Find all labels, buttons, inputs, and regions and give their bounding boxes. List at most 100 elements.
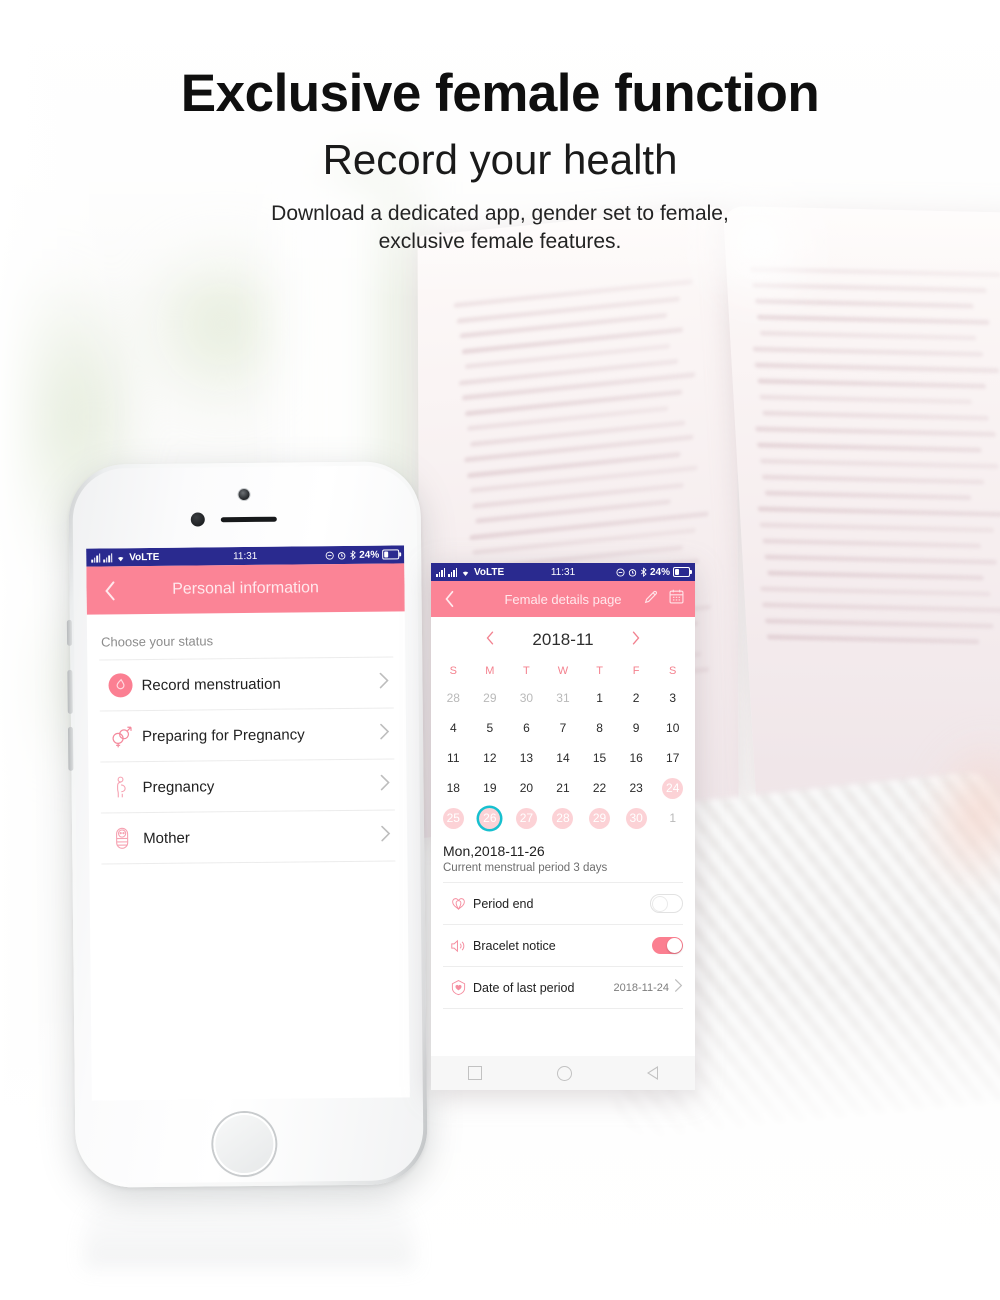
calendar-day-cell[interactable]: 9: [618, 713, 655, 743]
heart-shield-icon: [443, 979, 473, 996]
chevron-right-icon: [674, 978, 683, 998]
calendar-day-cell[interactable]: 3: [654, 683, 691, 713]
status-row-label: Record menstruation: [141, 675, 281, 694]
earpiece-speaker: [220, 516, 277, 523]
calendar-day-cell[interactable]: 24: [654, 773, 691, 803]
option-value: 2018-11-24: [613, 981, 669, 994]
speaker-icon: [443, 938, 473, 954]
calendar-day-cell[interactable]: 8: [581, 713, 618, 743]
page-title: Exclusive female function: [180, 64, 820, 123]
calendar-day-cell[interactable]: 30: [618, 803, 655, 833]
calendar-weekday-0: S: [449, 665, 457, 677]
calendar-next-button[interactable]: [609, 630, 663, 651]
status-row-label: Mother: [143, 829, 190, 847]
calendar-day-cell[interactable]: 2: [618, 683, 655, 713]
gender-symbols-icon: [100, 723, 142, 749]
calendar-day-cell[interactable]: 21: [545, 773, 582, 803]
calendar-weekday-header: SMTWTFS: [431, 657, 695, 683]
calendar-month-nav: 2018-11: [431, 617, 695, 657]
calendar-day-cell[interactable]: 25: [435, 803, 472, 833]
proximity-sensor-icon: [190, 512, 205, 527]
calendar-day-cell[interactable]: 26: [472, 803, 509, 833]
calendar-day-cell[interactable]: 22: [581, 773, 618, 803]
calendar-weekday-3: W: [557, 665, 569, 677]
calendar-day-cell[interactable]: 30: [508, 683, 545, 713]
calendar-icon[interactable]: [668, 588, 685, 610]
appbar-right: Female details page: [431, 581, 695, 617]
calendar-day-cell[interactable]: 28: [435, 683, 472, 713]
status-row-mother[interactable]: Mother: [100, 810, 396, 865]
back-triangle-icon[interactable]: [646, 1066, 658, 1080]
volume-down-button[interactable]: [67, 726, 74, 771]
calendar-day-cell[interactable]: 31: [545, 683, 582, 713]
calendar-day-cell[interactable]: 5: [472, 713, 509, 743]
calendar-day-cell[interactable]: 1: [581, 683, 618, 713]
calendar-day-cell[interactable]: 23: [618, 773, 655, 803]
calendar-month-label: 2018-11: [532, 630, 594, 649]
chevron-left-icon: [444, 590, 453, 608]
calendar-day-cell[interactable]: 1: [654, 803, 691, 833]
section-label-choose-status: Choose your status: [101, 633, 214, 650]
calendar-day-cell[interactable]: 17: [654, 743, 691, 773]
phone-reflection: [84, 1182, 414, 1268]
calendar-day-cell[interactable]: 20: [508, 773, 545, 803]
calendar-day-cell[interactable]: 4: [435, 713, 472, 743]
chevron-right-icon: [632, 631, 640, 644]
calendar-day-cell[interactable]: 7: [545, 713, 582, 743]
option-row-date-of-last-period[interactable]: Date of last period 2018-11-24: [443, 967, 683, 1009]
home-circle-icon[interactable]: [556, 1065, 572, 1081]
mute-icon: [616, 567, 625, 577]
calendar-days-grid[interactable]: 28 29 30 31 1 2 3 4 5 6 7 8 9 10 11 12 13 14 15 16 17 18 19 20 2…: [431, 683, 695, 833]
status-row-label: Preparing for Pregnancy: [141, 725, 305, 745]
calendar-day-cell[interactable]: 15: [581, 743, 618, 773]
battery-percent-label: 24%: [359, 549, 380, 561]
calendar-day-cell[interactable]: 14: [545, 743, 582, 773]
silent-switch[interactable]: [66, 619, 73, 646]
double-heart-icon: [443, 895, 473, 912]
option-label: Date of last period: [473, 980, 575, 995]
status-row-label: Pregnancy: [142, 777, 215, 796]
status-row-pregnancy[interactable]: Pregnancy: [100, 759, 395, 814]
chevron-left-icon: [104, 580, 115, 600]
recents-square-icon[interactable]: [468, 1066, 483, 1080]
calendar-day-cell[interactable]: 11: [435, 743, 472, 773]
status-bar-right: VoLTE 11:31 24%: [431, 563, 695, 581]
home-button[interactable]: [213, 1112, 276, 1176]
bracelet-notice-toggle[interactable]: [652, 937, 683, 954]
option-row-bracelet-notice[interactable]: Bracelet notice: [443, 925, 683, 967]
calendar-day-cell[interactable]: 28: [545, 803, 582, 833]
calendar-day-cell[interactable]: 10: [654, 713, 691, 743]
calendar-day-cell[interactable]: 6: [508, 713, 545, 743]
calendar-day-cell[interactable]: 29: [581, 803, 618, 833]
back-button[interactable]: [435, 581, 463, 617]
battery-percent-label: 24%: [649, 566, 670, 578]
option-row-period-end[interactable]: Period end: [443, 883, 683, 925]
calendar-day-cell[interactable]: 29: [472, 683, 509, 713]
calendar-weekday-4: T: [596, 665, 603, 677]
period-end-toggle[interactable]: [650, 894, 683, 913]
option-label: Bracelet notice: [473, 938, 556, 953]
calendar-weekday-1: M: [485, 665, 495, 677]
volume-up-button[interactable]: [67, 669, 73, 714]
calendar-weekday-2: T: [523, 665, 530, 677]
calendar-day-cell[interactable]: 16: [618, 743, 655, 773]
calendar-day-cell[interactable]: 12: [472, 743, 509, 773]
chevron-right-icon: [379, 722, 394, 745]
calendar-day-cell[interactable]: 27: [508, 803, 545, 833]
page-description-line1: Download a dedicated app, gender set to …: [271, 201, 729, 225]
calendar-day-cell[interactable]: 13: [508, 743, 545, 773]
calendar-day-cell[interactable]: 19: [472, 773, 509, 803]
bluetooth-icon: [350, 550, 356, 560]
calendar-weekday-5: F: [632, 665, 640, 677]
back-button[interactable]: [92, 566, 127, 614]
calendar-day-cell[interactable]: 18: [435, 773, 472, 803]
status-row-record-menstruation[interactable]: Record menstruation: [99, 657, 394, 712]
page-subtitle: Record your health: [322, 135, 678, 183]
calendar-prev-button[interactable]: [463, 630, 517, 651]
status-row-preparing-for-pregnancy[interactable]: Preparing for Pregnancy: [99, 708, 395, 763]
pencil-edit-icon[interactable]: [643, 589, 659, 610]
options-list: Period end Bracelet notice Date of last …: [443, 882, 683, 1009]
battery-icon: [673, 567, 692, 577]
menstruation-drop-icon: [99, 672, 141, 698]
pregnant-woman-icon: [100, 774, 142, 800]
